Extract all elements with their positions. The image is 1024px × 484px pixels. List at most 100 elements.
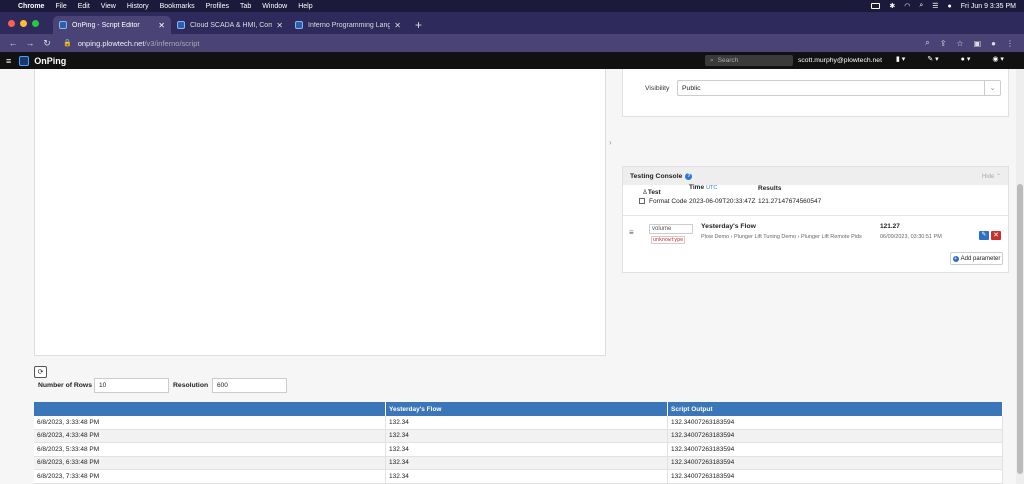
parameter-row: ≡ volume unknowtype Yesterday's Flow Plo… [623, 216, 1008, 248]
param-name-input[interactable]: volume [649, 224, 693, 234]
page-scrollbar[interactable] [1016, 69, 1024, 484]
bluetooth-icon[interactable]: ✱ [889, 2, 895, 10]
header-yesterdays-flow[interactable]: Yesterday's Flow [386, 402, 668, 416]
table-header: Yesterday's Flow Script Output [34, 402, 1003, 416]
zoom-window-button[interactable] [32, 19, 39, 27]
menu-app[interactable]: Chrome [18, 3, 44, 10]
lock-icon: 🔒 [63, 40, 72, 47]
param-type-badge: unknowtype [651, 236, 686, 244]
browser-tabstrip: OnPing - Script Editor ✕ Cloud SCADA & H… [0, 12, 1024, 34]
siri-icon[interactable]: ● [948, 3, 952, 10]
user-icon[interactable]: ● ▾ [961, 55, 971, 63]
profile-icon[interactable]: ● [991, 39, 996, 48]
window-controls [8, 12, 39, 34]
menu-edit[interactable]: Edit [78, 3, 90, 10]
add-parameter-button[interactable]: + Add parameter [950, 252, 1003, 265]
address-bar: ← → ↻ 🔒 onping.plowtech.net/v3/inferno/s… [0, 34, 1024, 52]
new-tab-button[interactable]: + [415, 16, 422, 34]
plus-icon: + [952, 255, 959, 262]
more-menu-icon[interactable]: ⋮ [1006, 39, 1014, 48]
menu-profiles[interactable]: Profiles [206, 3, 229, 10]
help-icon[interactable]: ? [685, 172, 693, 180]
edit-param-button[interactable]: ✎ [979, 231, 989, 240]
hamburger-menu-icon[interactable]: ≡ [6, 56, 11, 66]
test-time: 2023-06-09T20:33:47Z [689, 198, 756, 205]
close-window-button[interactable] [8, 19, 15, 27]
onping-favicon-icon [59, 21, 67, 29]
app-header: ≡ OnPing ⌕ Search scott.murphy@plowtech.… [0, 52, 1024, 69]
onping-favicon-icon [177, 21, 185, 29]
help-icon[interactable]: ◉ ▾ [992, 55, 1004, 63]
tab-cloud-scada[interactable]: Cloud SCADA & HMI, Complete ✕ [171, 16, 289, 34]
table-row: 6/8/2023, 4:33:48 PM 132.34 132.34007263… [34, 429, 1003, 443]
visibility-select[interactable]: Public ⌄ [677, 80, 1001, 96]
menu-history[interactable]: History [127, 3, 149, 10]
close-icon[interactable]: ✕ [276, 21, 283, 30]
console-title: Testing Console [630, 172, 683, 180]
close-icon[interactable]: ✕ [394, 21, 401, 30]
table-row: 6/8/2023, 6:33:48 PM 132.34 132.34007263… [34, 456, 1003, 470]
rows-label: Number of Rows [38, 382, 93, 389]
testing-console: Testing Console ? Hide ⌃ ♙Test Time UTC R… [622, 166, 1009, 273]
header-script-output[interactable]: Script Output [668, 402, 1003, 416]
url-path: /v3/inferno/script [144, 38, 200, 48]
wrench-icon[interactable]: ✎ ▾ [927, 55, 938, 63]
main-content: › Visibility Public ⌄ Testing Console ? … [0, 69, 1024, 484]
resolution-input[interactable]: 600 [212, 378, 287, 393]
onping-logo-icon [19, 55, 30, 66]
url-field[interactable]: 🔒 onping.plowtech.net/v3/inferno/script [63, 37, 925, 50]
share-icon[interactable]: ⇪ [940, 39, 947, 48]
bookmark-icon[interactable]: ▮ ▾ [896, 55, 905, 63]
table-row: 6/8/2023, 7:33:48 PM 132.34 132.34007263… [34, 470, 1003, 484]
test-result: 121.27147674560547 [758, 198, 822, 205]
chevron-right-icon[interactable]: › [609, 138, 612, 147]
sidepanel-icon[interactable]: ▣ [974, 39, 982, 48]
back-arrow-icon[interactable]: ← [6, 38, 20, 48]
search-icon[interactable]: ⌕ [919, 2, 923, 10]
chevron-down-icon: ⌄ [984, 81, 1000, 95]
forward-arrow-icon[interactable]: → [23, 38, 37, 48]
rows-input[interactable]: 10 [94, 378, 169, 393]
menubar-datetime[interactable]: Fri Jun 9 3:35 PM [961, 3, 1016, 10]
param-time: 06/09/2023, 03:30:51 PM [880, 234, 942, 240]
control-center-icon[interactable]: ☰ [932, 2, 938, 10]
app-brand: OnPing [34, 55, 67, 66]
refresh-icon: ⟳ [37, 369, 44, 376]
col-test[interactable]: ♙Test [642, 188, 661, 196]
reload-icon[interactable]: ↻ [40, 38, 54, 49]
close-icon[interactable]: ✕ [158, 21, 165, 30]
search-placeholder: Search [717, 57, 739, 64]
mac-menubar: Chrome File Edit View History Bookmarks … [0, 0, 1024, 12]
menu-bookmarks[interactable]: Bookmarks [160, 3, 195, 10]
bookmark-star-icon[interactable]: ☆ [956, 39, 963, 48]
screen-record-icon[interactable] [871, 3, 881, 9]
wifi-icon[interactable]: ◠ [904, 2, 910, 10]
col-time: Time UTC [689, 184, 718, 191]
col-results: Results [758, 185, 782, 192]
visibility-value: Public [682, 84, 701, 92]
drag-handle-icon[interactable]: ≡ [629, 228, 634, 237]
header-time[interactable] [34, 402, 386, 416]
onping-favicon-icon [295, 21, 303, 29]
menu-view[interactable]: View [101, 3, 116, 10]
zoom-icon[interactable]: ⌕ [925, 38, 929, 48]
run-query-button[interactable]: ⟳ [34, 366, 47, 378]
tab-inferno-language[interactable]: Inferno Programming Language ✕ [289, 16, 407, 34]
results-table: Yesterday's Flow Script Output 6/8/2023,… [34, 402, 1003, 484]
menu-window[interactable]: Window [262, 3, 287, 10]
user-email[interactable]: scott.murphy@plowtech.net [798, 55, 882, 66]
script-editor[interactable] [34, 69, 606, 356]
menu-file[interactable]: File [55, 3, 66, 10]
menu-tab[interactable]: Tab [240, 3, 251, 10]
app-search-input[interactable]: ⌕ Search [705, 55, 793, 66]
url-host: onping.plowtech.net [77, 38, 145, 48]
format-code-checkbox[interactable]: Format Code [639, 198, 687, 205]
minimize-window-button[interactable] [20, 19, 27, 27]
menu-help[interactable]: Help [298, 3, 312, 10]
visibility-label: Visibility [645, 85, 670, 92]
scrollbar-thumb[interactable] [1017, 184, 1023, 474]
delete-param-button[interactable]: ✕ [991, 231, 1001, 240]
tab-script-editor[interactable]: OnPing - Script Editor ✕ [53, 16, 171, 34]
param-value: 121.27 [880, 223, 900, 230]
hide-console-button[interactable]: Hide ⌃ [982, 173, 1001, 180]
